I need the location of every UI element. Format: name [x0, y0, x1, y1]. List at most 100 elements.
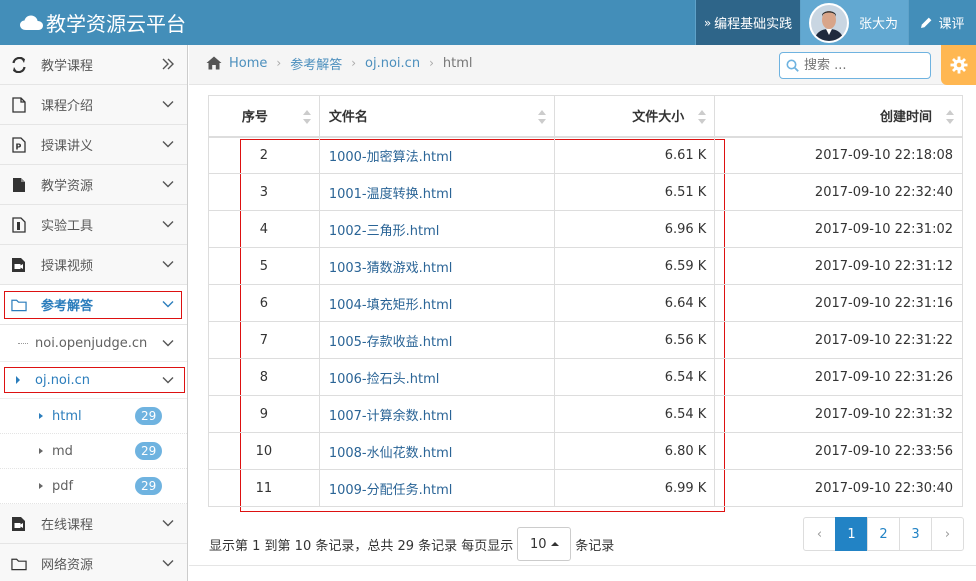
- chevron-down-icon: [162, 560, 174, 567]
- folder-icon: [11, 556, 27, 572]
- file-link[interactable]: 1002-三角形.html: [329, 224, 440, 239]
- row-created-cell: 2017-09-10 22:31:32: [714, 395, 963, 433]
- row-created-cell: 2017-09-10 22:18:08: [714, 136, 963, 174]
- review-button[interactable]: 课评: [908, 0, 976, 45]
- column-header-index[interactable]: 序号: [208, 95, 320, 138]
- sidebar-item-videos[interactable]: 授课视频: [0, 245, 187, 285]
- file-link[interactable]: 1000-加密算法.html: [329, 150, 453, 165]
- sidebar-item-online-courses[interactable]: 在线课程: [0, 504, 187, 544]
- sidebar-item-label: 参考解答: [41, 299, 94, 314]
- row-filesize-cell: 6.99 K: [554, 469, 716, 507]
- sidebar-subitem-ojnoi[interactable]: oj.noi.cn: [0, 362, 187, 399]
- column-header-filesize[interactable]: 文件大小: [554, 95, 716, 138]
- breadcrumb-separator: ›: [276, 56, 282, 70]
- chevron-down-icon: [162, 181, 174, 188]
- count-badge: 29: [135, 477, 163, 495]
- course-link[interactable]: » 编程基础实践: [695, 0, 800, 45]
- table-row: 8 1006-捡石头.html 6.54 K 2017-09-10 22:31:26: [208, 358, 963, 396]
- page-1-button[interactable]: 1: [835, 517, 868, 551]
- row-filesize-cell: 6.61 K: [554, 136, 716, 174]
- file-link[interactable]: 1007-计算余数.html: [329, 409, 453, 424]
- count-badge: 29: [135, 407, 163, 425]
- breadcrumb: Home › 参考解答 › oj.noi.cn › html: [229, 45, 473, 81]
- svg-text:P: P: [16, 142, 22, 151]
- row-index-cell: 3: [208, 173, 320, 211]
- row-filename-cell: 1005-存款收益.html: [319, 321, 555, 359]
- settings-button[interactable]: [941, 45, 976, 85]
- row-index-cell: 11: [208, 469, 320, 507]
- sidebar-subitem-openjudge[interactable]: noi.openjudge.cn: [0, 325, 187, 362]
- sidebar-folder-pdf[interactable]: pdf 29: [0, 469, 187, 504]
- divider: [189, 565, 976, 566]
- sort-icon: [302, 110, 311, 124]
- row-index-cell: 7: [208, 321, 320, 359]
- row-filesize-cell: 6.51 K: [554, 173, 716, 211]
- file-link[interactable]: 1008-水仙花数.html: [329, 446, 453, 461]
- row-created-cell: 2017-09-10 22:31:12: [714, 247, 963, 285]
- table-row: 3 1001-温度转换.html 6.51 K 2017-09-10 22:32:40: [208, 173, 963, 211]
- user-menu[interactable]: 张大为: [800, 0, 908, 45]
- search-icon: [786, 59, 799, 72]
- sidebar-item-web-resources[interactable]: 网络资源: [0, 544, 187, 581]
- table-header-row: 序号 文件名 文件大小 创建时间: [208, 95, 963, 138]
- breadcrumb-separator: ›: [429, 56, 434, 70]
- sidebar-item-answers[interactable]: 参考解答: [0, 285, 187, 325]
- page-2-button[interactable]: 2: [867, 517, 900, 551]
- row-index-cell: 6: [208, 284, 320, 322]
- cloud-icon: [20, 15, 43, 30]
- row-filesize-cell: 6.80 K: [554, 432, 716, 470]
- avatar: [809, 2, 849, 43]
- chevron-down-icon: [162, 301, 174, 308]
- sidebar-item-intro[interactable]: 课程介绍: [0, 85, 187, 125]
- page-prev-button[interactable]: ‹: [803, 517, 836, 551]
- table-row: 10 1008-水仙花数.html 6.80 K 2017-09-10 22:33:5…: [208, 432, 963, 470]
- sidebar-folder-md[interactable]: md 29: [0, 434, 187, 469]
- page-size-select[interactable]: 10: [517, 527, 572, 561]
- file-link[interactable]: 1009-分配任务.html: [329, 483, 453, 498]
- video-icon: [11, 516, 27, 532]
- refresh-icon: [11, 56, 27, 73]
- sort-icon: [946, 110, 954, 124]
- column-header-label: 文件大小: [632, 110, 685, 126]
- sidebar-item-courses[interactable]: 教学课程: [0, 45, 187, 85]
- sidebar-item-resources[interactable]: 教学资源: [0, 165, 187, 205]
- file-link[interactable]: 1005-存款收益.html: [329, 335, 453, 350]
- chevron-down-icon: [162, 141, 174, 148]
- sidebar-folder-html[interactable]: html 29: [0, 399, 187, 434]
- file-link[interactable]: 1004-填充矩形.html: [329, 298, 453, 313]
- column-header-created[interactable]: 创建时间: [714, 95, 963, 138]
- course-link-label: 编程基础实践: [714, 17, 793, 32]
- sidebar-item-label: 教学课程: [41, 59, 94, 74]
- sidebar-item-label: 在线课程: [41, 518, 94, 533]
- sidebar-item-slides[interactable]: P 授课讲义: [0, 125, 187, 165]
- page-next-button[interactable]: ›: [931, 517, 964, 551]
- row-filename-cell: 1009-分配任务.html: [319, 469, 555, 507]
- column-header-filename[interactable]: 文件名: [319, 95, 555, 138]
- column-header-label: 文件名: [328, 110, 368, 126]
- brand[interactable]: 教学资源云平台: [20, 0, 186, 45]
- breadcrumb-ojnoi[interactable]: oj.noi.cn: [365, 56, 420, 71]
- file-link[interactable]: 1003-猜数游戏.html: [329, 261, 453, 276]
- breadcrumb-home[interactable]: Home: [229, 56, 267, 71]
- page-3-button[interactable]: 3: [899, 517, 932, 551]
- sidebar-item-tools[interactable]: 实验工具: [0, 205, 187, 245]
- page-size-value: 10: [530, 536, 547, 552]
- breadcrumb-current: html: [442, 55, 473, 71]
- table-row: 7 1005-存款收益.html 6.56 K 2017-09-10 22:31:22: [208, 321, 963, 359]
- row-filename-cell: 1002-三角形.html: [319, 210, 555, 248]
- row-filename-cell: 1006-捡石头.html: [319, 358, 555, 396]
- home-icon[interactable]: [206, 56, 222, 70]
- file-link[interactable]: 1006-捡石头.html: [329, 372, 440, 387]
- file-icon: [11, 96, 27, 113]
- chevron-down-icon: [162, 261, 174, 268]
- sidebar-item-label: 授课讲义: [41, 139, 94, 154]
- video-icon: [11, 257, 27, 273]
- row-filename-cell: 1001-温度转换.html: [319, 173, 555, 211]
- chevron-down-icon: [162, 221, 174, 228]
- search-input[interactable]: [804, 56, 924, 75]
- breadcrumb-answers[interactable]: 参考解答: [290, 54, 342, 73]
- pagination-info: 显示第 1 到第 10 条记录，总共 29 条记录 每页显示 10 条记录: [209, 527, 614, 561]
- row-created-cell: 2017-09-10 22:31:22: [714, 321, 963, 359]
- row-index-cell: 5: [208, 247, 320, 285]
- file-link[interactable]: 1001-温度转换.html: [329, 187, 453, 202]
